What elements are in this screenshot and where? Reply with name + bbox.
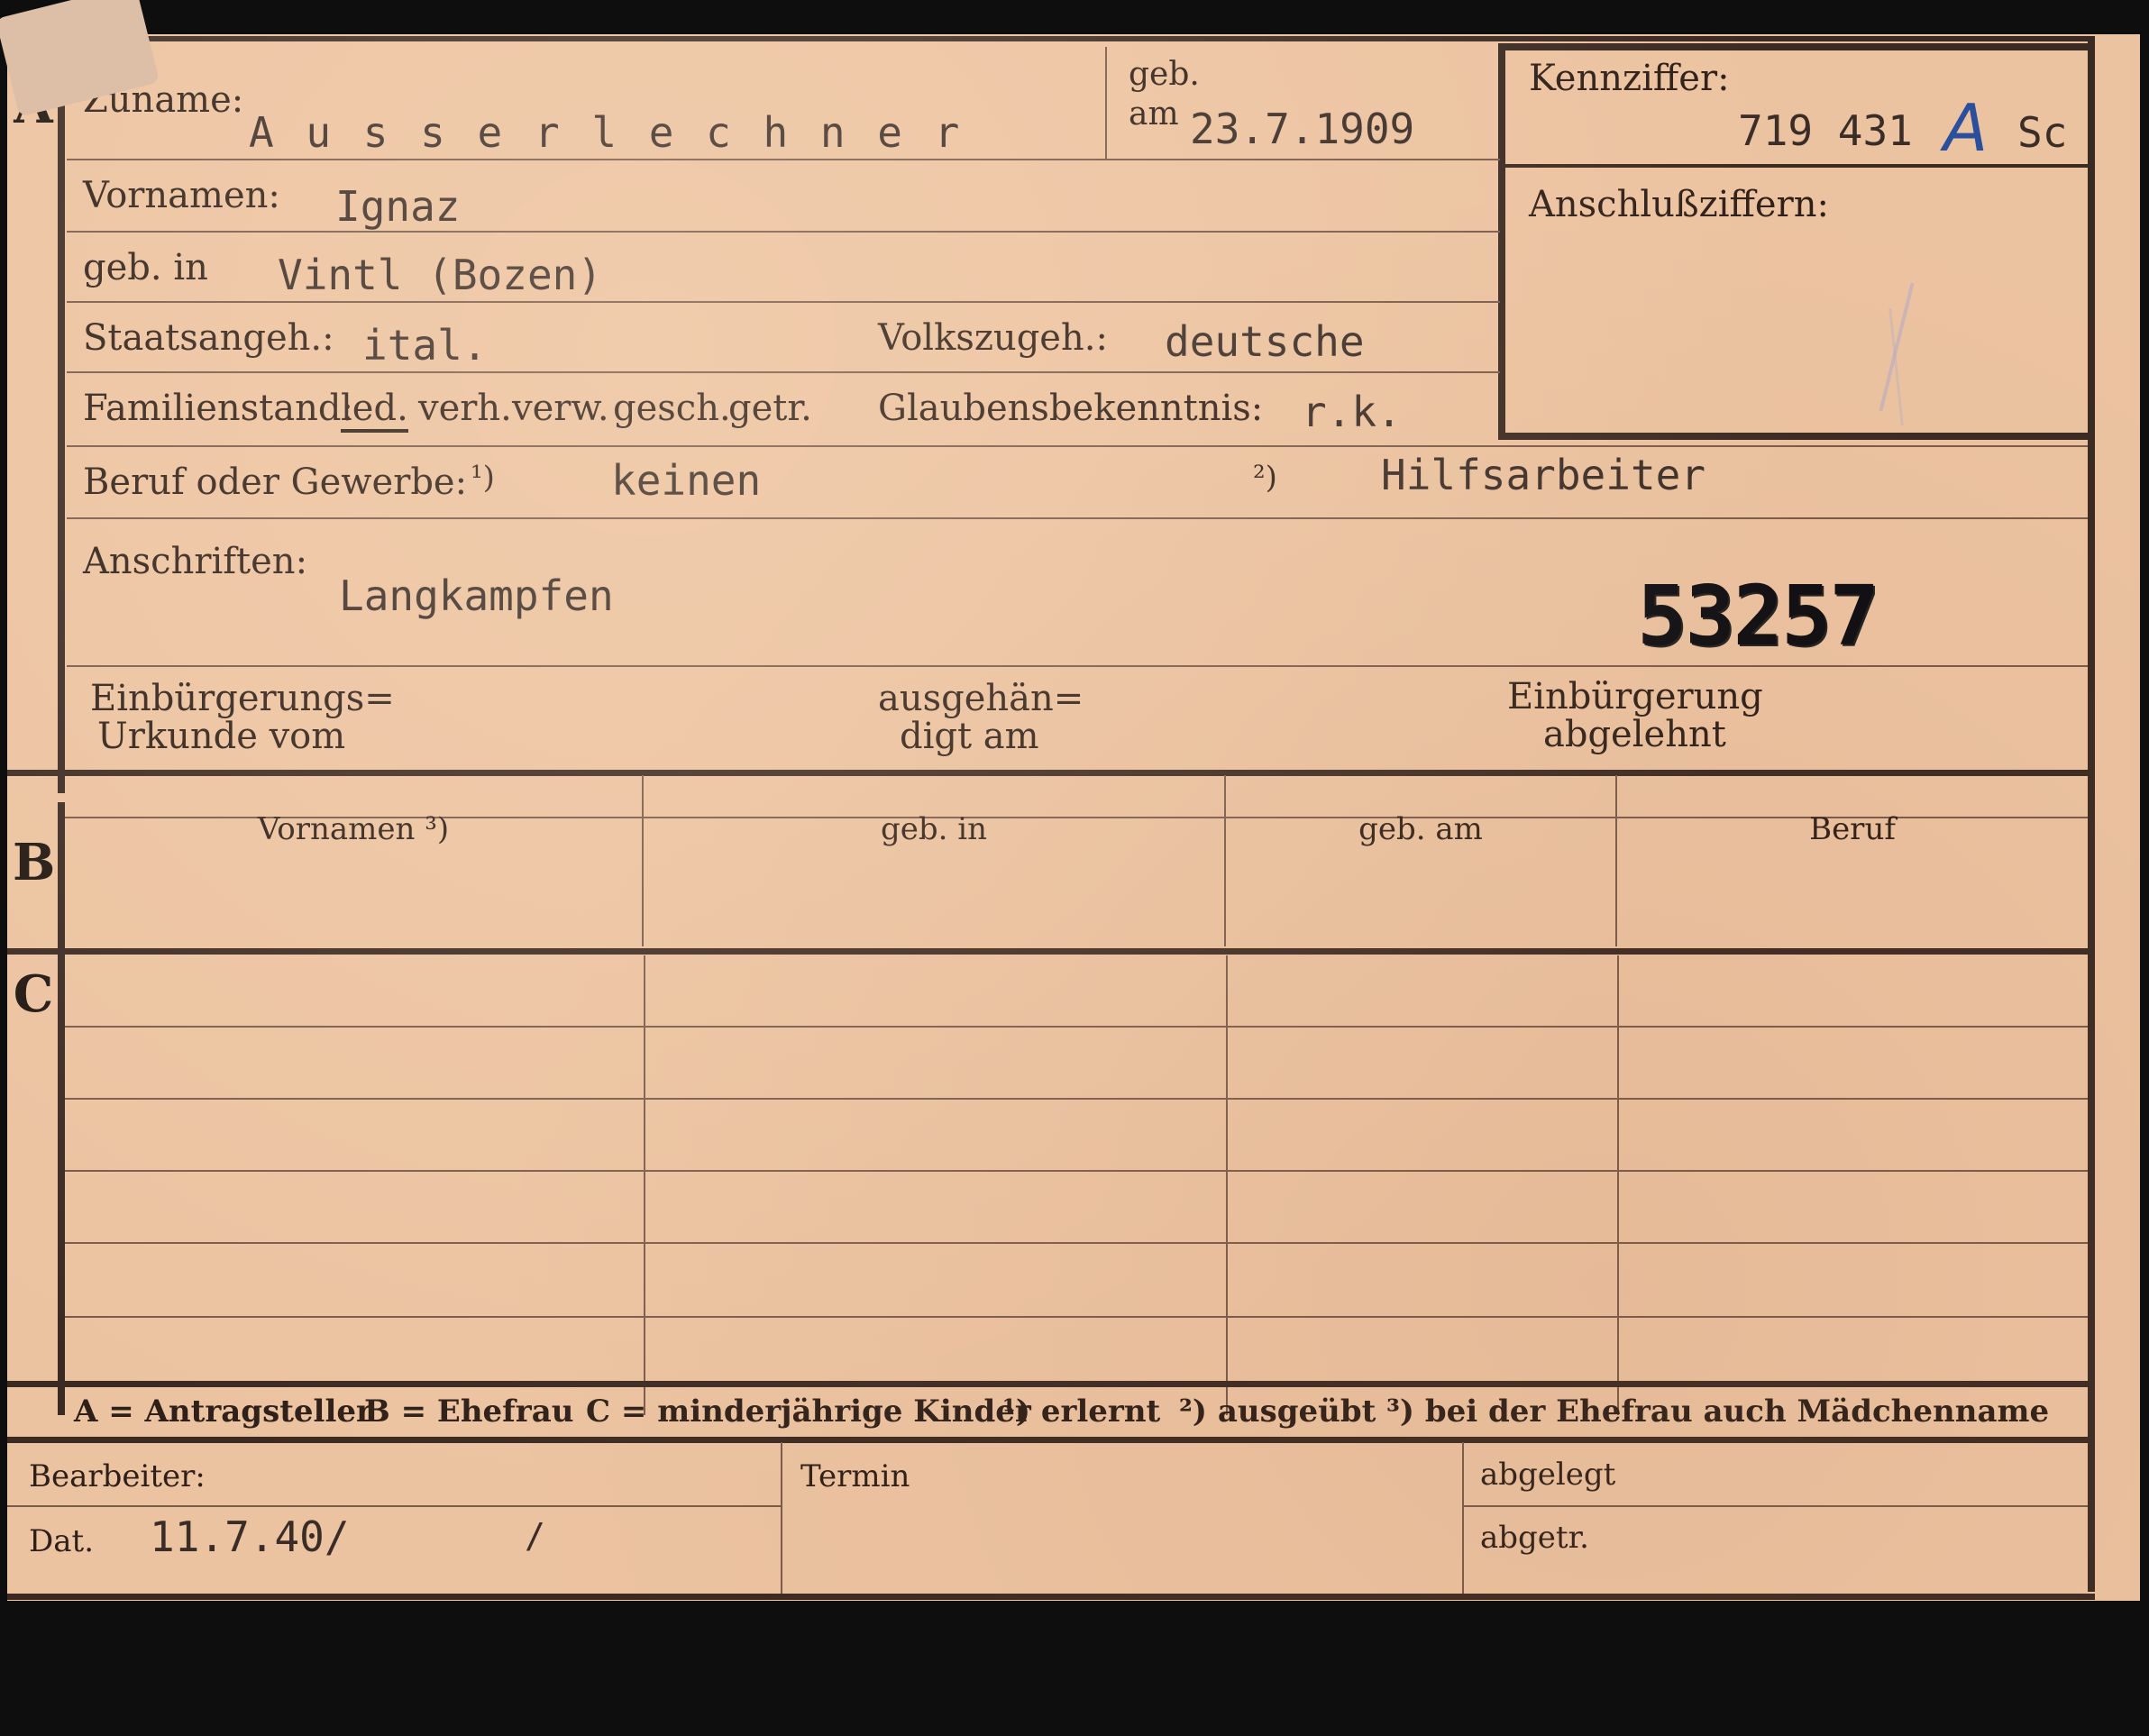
legend-c: C = minderjährige Kinder (586, 1393, 1031, 1430)
marital-option-gesch: gesch. (613, 388, 731, 429)
b-header-birthdate: geb. am (1358, 811, 1483, 847)
naturalization-cert-label-2: Urkunde vom (97, 716, 346, 757)
c-row-line-1 (65, 1026, 2088, 1028)
profession-practiced-value: Hilfsarbeiter (1381, 451, 1706, 499)
c-col-divider-1 (644, 955, 645, 1415)
id-box (1498, 43, 2088, 440)
c-row-line-3 (65, 1170, 2088, 1172)
profession-note-2: ²) (1253, 460, 1277, 496)
birth-date-divider (1105, 47, 1107, 160)
link-numbers-label: Anschlußziffern: (1529, 184, 1829, 225)
surname-value: A u s s e r l e c h n e r (249, 108, 964, 157)
firstnames-value: Ignaz (335, 182, 461, 231)
filed-label: abgelegt (1480, 1457, 1616, 1493)
handed-out-label-2: digt am (900, 716, 1039, 757)
ethnicity-value: deutsche (1165, 317, 1365, 366)
row-line-1 (67, 159, 1500, 160)
id-suffix: Sc (2017, 108, 2068, 157)
marital-option-verw: verw. (512, 388, 609, 429)
c-row-line-2 (65, 1098, 2088, 1100)
row-line-3 (67, 301, 1500, 303)
legend-note-3: ³) bei der Ehefrau auch Mädchenname (1386, 1393, 2050, 1430)
legend-a: A = Antragsteller (74, 1393, 372, 1430)
id-value: 719 431 (1738, 106, 1913, 155)
date-slash: / (525, 1516, 545, 1556)
b-col-divider-1 (642, 775, 644, 946)
marital-option-getr: getr. (728, 388, 812, 429)
legend-note-1: ¹) erlernt (1002, 1393, 1161, 1430)
footer-line-right (1462, 1505, 2088, 1507)
c-col-divider-3 (1617, 955, 1619, 1415)
deadline-label: Termin (800, 1458, 910, 1494)
ethnicity-label: Volkszugeh.: (878, 317, 1108, 359)
row-line-7 (67, 665, 2088, 667)
naturalization-denied-label-1: Einbürgerung (1507, 676, 1763, 717)
id-box-divider (1505, 164, 2088, 168)
section-a-end-rule (7, 770, 2095, 776)
citizenship-value: ital. (362, 321, 488, 370)
marital-option-verh: verh. (418, 388, 512, 429)
address-value: Langkampfen (339, 571, 614, 620)
section-letter-c: C (13, 964, 54, 1024)
legend-end-rule (7, 1437, 2095, 1443)
footer-line-left (7, 1505, 781, 1507)
profession-note-1: ¹) (471, 460, 495, 496)
right-border-rule (2088, 41, 2095, 1592)
handed-out-label-1: ausgehän= (878, 678, 1084, 719)
row-line-5 (67, 445, 2088, 447)
firstnames-label: Vornamen: (83, 175, 280, 216)
row-line-6 (67, 517, 2088, 519)
c-col-divider-2 (1226, 955, 1228, 1415)
b-header-birthplace: geb. in (880, 811, 988, 847)
legend-note-2: ²) ausgeübt (1179, 1393, 1376, 1430)
b-header-profession: Beruf (1809, 811, 1896, 847)
registration-card: A B C Zuname: A u s s e r l e c h n e r … (7, 34, 2140, 1601)
footer-divider-2 (1462, 1442, 1464, 1597)
left-margin-rule-bc (58, 802, 65, 1415)
bottom-border-rule (7, 1594, 2095, 1600)
section-b-end-rule (7, 948, 2095, 955)
naturalization-cert-label-1: Einbürgerungs= (90, 678, 395, 719)
row-line-2 (67, 231, 1500, 233)
b-col-divider-3 (1615, 775, 1617, 946)
c-row-line-4 (65, 1242, 2088, 1244)
footer-divider-1 (781, 1442, 782, 1597)
date-value: 11.7.40/ (150, 1512, 350, 1561)
id-pen-mark: A (1943, 90, 1989, 166)
b-header-firstnames: Vornamen ³) (257, 811, 450, 847)
birthplace-value: Vintl (Bozen) (278, 251, 603, 299)
left-margin-rule-a (58, 52, 65, 793)
birth-date-label-1: geb. (1129, 56, 1200, 93)
marital-option-led: led. (341, 388, 408, 433)
b-col-divider-2 (1224, 775, 1226, 946)
naturalization-denied-label-2: abgelehnt (1543, 714, 1726, 755)
birth-date-label-2: am (1129, 96, 1179, 132)
id-label: Kennziffer: (1529, 58, 1730, 99)
religion-value: r.k. (1302, 388, 1402, 436)
date-label: Dat. (29, 1523, 95, 1559)
c-row-line-5 (65, 1316, 2088, 1318)
profession-learned-value: keinen (611, 456, 762, 505)
stamp-number: 53257 (1637, 568, 1879, 664)
birthplace-label: geb. in (83, 247, 208, 288)
section-c-end-rule (7, 1381, 2095, 1387)
birth-date-value: 23.7.1909 (1190, 105, 1415, 153)
religion-label: Glaubensbekenntnis: (878, 388, 1264, 429)
top-border-rule (7, 36, 2095, 41)
removed-label: abgetr. (1480, 1520, 1589, 1556)
address-label: Anschriften: (83, 541, 308, 582)
legend-b: B = Ehefrau (364, 1393, 574, 1430)
section-letter-b: B (13, 833, 56, 892)
clerk-label: Bearbeiter: (29, 1458, 206, 1494)
profession-label: Beruf oder Gewerbe: (83, 461, 468, 503)
row-line-4 (67, 371, 1500, 373)
marital-status-label: Familienstand: (83, 388, 353, 429)
citizenship-label: Staatsangeh.: (83, 317, 334, 359)
